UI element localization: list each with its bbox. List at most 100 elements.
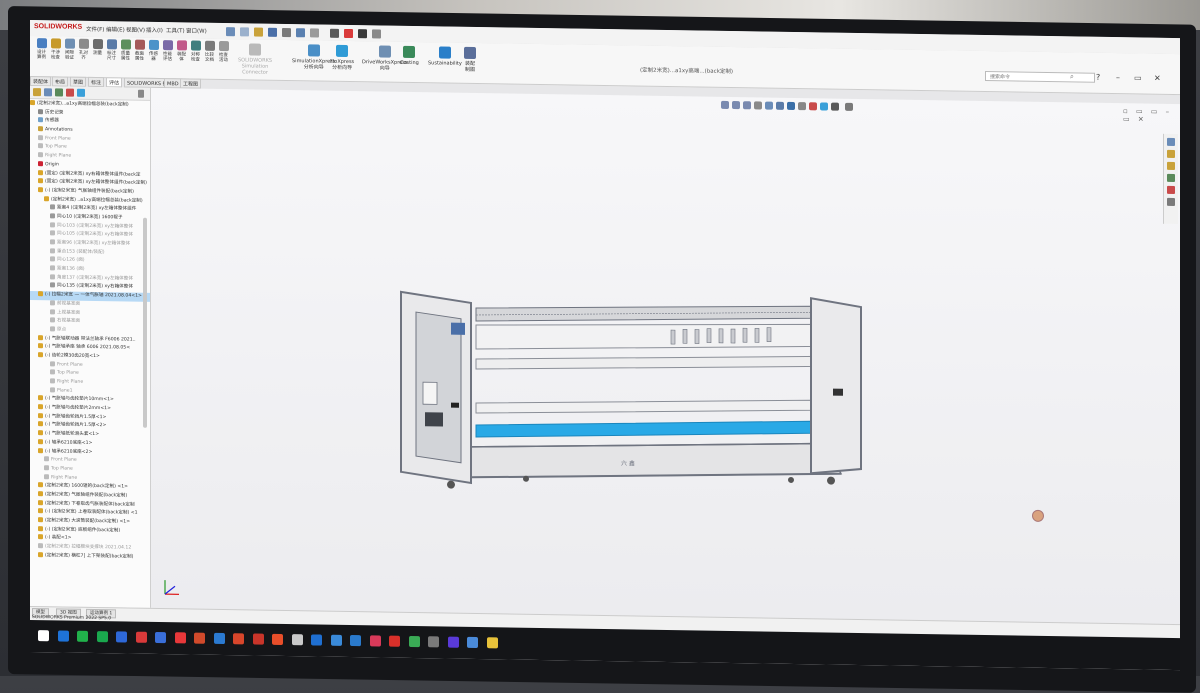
tree-item[interactable]: (定制2米宽) 横杠7] 上下架装配(back定制) — [30, 552, 151, 563]
home-icon[interactable] — [226, 27, 235, 36]
rebuild-icon[interactable] — [344, 29, 353, 38]
evaluate-tool-button[interactable]: SOLIDWORKS Simulation Connector — [238, 43, 272, 76]
dynamic-annotation-icon[interactable] — [765, 102, 773, 110]
taskbar-app-icon[interactable] — [116, 631, 127, 642]
taskbar-app-icon[interactable] — [175, 632, 186, 643]
evaluate-command-button[interactable]: 干涉 检查 — [48, 38, 63, 60]
zoom-to-fit-icon[interactable] — [721, 101, 729, 109]
section-view-icon[interactable] — [754, 101, 762, 109]
machine-model[interactable]: 六 鑫 — [371, 261, 871, 519]
tree-scrollbar[interactable] — [143, 218, 147, 428]
evaluate-command-button[interactable]: 测量 — [90, 39, 105, 56]
evaluate-command-button[interactable]: 检查 活动 — [216, 41, 231, 63]
view-settings-icon[interactable] — [831, 103, 839, 111]
search-commands-input[interactable]: 搜索命令 — [985, 71, 1095, 83]
taskbar-app-icon[interactable] — [409, 636, 420, 647]
configuration-tab-icon[interactable] — [55, 88, 63, 96]
evaluate-tool-button[interactable]: FloXpress 分析向导 — [330, 45, 354, 71]
command-tab[interactable]: 草图 — [70, 77, 86, 87]
appearances-icon[interactable] — [1167, 186, 1175, 194]
taskbar-app-icon[interactable] — [331, 635, 342, 646]
evaluate-tool-button[interactable]: 装配 制图 — [464, 47, 476, 73]
save-icon[interactable] — [268, 28, 277, 37]
custom-properties-icon[interactable] — [1167, 198, 1175, 206]
command-tab[interactable]: 评估 — [106, 77, 122, 87]
taskbar-app-icon[interactable] — [370, 635, 381, 646]
evaluate-tool-button[interactable]: Costing — [400, 46, 419, 66]
taskbar-app-icon[interactable] — [311, 634, 322, 645]
file-properties-icon[interactable] — [358, 29, 367, 38]
dimxpert-tab-icon[interactable] — [66, 89, 74, 97]
command-tab[interactable]: 装配体 — [30, 76, 51, 86]
options-gear-icon[interactable] — [372, 29, 381, 38]
minimize-button[interactable]: – — [1116, 73, 1120, 82]
hide-show-items-icon[interactable] — [798, 102, 806, 110]
evaluate-command-button[interactable]: 截面 属性 — [132, 40, 147, 62]
menu-insert[interactable]: 插入(I) — [146, 26, 163, 34]
viewport-window-controls[interactable]: ▫ ▭ ▭ –▭ ✕ — [1123, 107, 1180, 124]
solidworks-resources-icon[interactable] — [1167, 138, 1175, 146]
property-manager-tab-icon[interactable] — [44, 88, 52, 96]
display-pane-icon[interactable] — [845, 103, 853, 111]
zoom-area-icon[interactable] — [732, 101, 740, 109]
undo-icon[interactable] — [296, 28, 305, 37]
menu-file[interactable]: 文件(F) — [86, 25, 104, 33]
redo-icon[interactable] — [310, 28, 319, 37]
menu-view[interactable]: 视图(V) — [126, 26, 145, 34]
graphics-viewport[interactable]: ▫ ▭ ▭ –▭ ✕ 六 鑫 — [151, 88, 1180, 624]
command-tab[interactable]: 工程图 — [180, 78, 201, 88]
command-tab[interactable]: MBD — [164, 78, 182, 88]
evaluate-command-button[interactable]: 装配 体 — [174, 40, 189, 62]
taskbar-app-icon[interactable] — [428, 636, 439, 647]
evaluate-command-button[interactable]: 性能 评估 — [160, 40, 175, 62]
edit-appearance-icon[interactable] — [809, 102, 817, 110]
menu-window[interactable]: 窗口(W) — [186, 26, 207, 34]
restore-button[interactable]: ▭ — [1134, 73, 1142, 82]
print-icon[interactable] — [282, 28, 291, 37]
view-palette-icon[interactable] — [1167, 174, 1175, 182]
menu-tools[interactable]: 工具(T) — [166, 26, 185, 34]
taskbar-app-icon[interactable] — [389, 636, 400, 647]
evaluate-command-button[interactable]: 孔对 齐 — [76, 39, 91, 61]
open-folder-icon[interactable] — [254, 28, 263, 37]
evaluate-command-button[interactable]: 传感 器 — [146, 40, 161, 62]
taskbar-app-icon[interactable] — [77, 631, 88, 642]
feature-tree-tab-icon[interactable] — [33, 88, 41, 96]
search-icon[interactable]: ⌕ — [1070, 72, 1074, 81]
apply-scene-icon[interactable] — [820, 102, 828, 110]
taskbar-app-icon[interactable] — [58, 630, 69, 641]
evaluate-tool-button[interactable]: SimulationXpress 分析向导 — [292, 44, 335, 71]
taskbar-app-icon[interactable] — [253, 633, 264, 644]
taskbar-app-icon[interactable] — [467, 637, 478, 648]
help-icon[interactable]: ? — [1096, 73, 1100, 82]
file-explorer-icon[interactable] — [1167, 162, 1175, 170]
taskbar-app-icon[interactable] — [194, 633, 205, 644]
taskbar-app-icon[interactable] — [487, 637, 498, 648]
new-document-icon[interactable] — [240, 27, 249, 36]
evaluate-command-button[interactable]: 设计 算例 — [34, 38, 49, 60]
taskbar-app-icon[interactable] — [272, 634, 283, 645]
taskbar-app-icon[interactable] — [292, 634, 303, 645]
evaluate-command-button[interactable]: 比较 文档 — [202, 41, 217, 63]
close-button[interactable]: ✕ — [1154, 74, 1161, 83]
evaluate-command-button[interactable]: 间隙 验证 — [62, 39, 77, 61]
selected-air-shaft-roller[interactable] — [476, 416, 811, 442]
evaluate-command-button[interactable]: 对称 检查 — [188, 40, 203, 62]
display-manager-tab-icon[interactable] — [77, 89, 85, 97]
display-style-icon[interactable] — [787, 102, 795, 110]
expand-arrow-icon[interactable] — [138, 90, 144, 98]
design-library-icon[interactable] — [1167, 150, 1175, 158]
taskbar-app-icon[interactable] — [97, 631, 108, 642]
taskbar-app-icon[interactable] — [350, 635, 361, 646]
evaluate-command-button[interactable]: 质量 属性 — [118, 39, 133, 61]
taskbar-app-icon[interactable] — [136, 632, 147, 643]
command-tab[interactable]: 布局 — [52, 76, 68, 86]
view-orientation-icon[interactable] — [776, 102, 784, 110]
menu-edit[interactable]: 编辑(E) — [106, 25, 125, 33]
command-tab[interactable]: 标注 — [88, 77, 104, 87]
windows-start-icon[interactable] — [38, 630, 49, 641]
evaluate-tool-button[interactable]: Sustainability — [428, 46, 462, 67]
evaluate-command-button[interactable]: 标注 尺寸 — [104, 39, 119, 61]
select-arrow-icon[interactable] — [330, 29, 339, 38]
taskbar-app-icon[interactable] — [214, 633, 225, 644]
